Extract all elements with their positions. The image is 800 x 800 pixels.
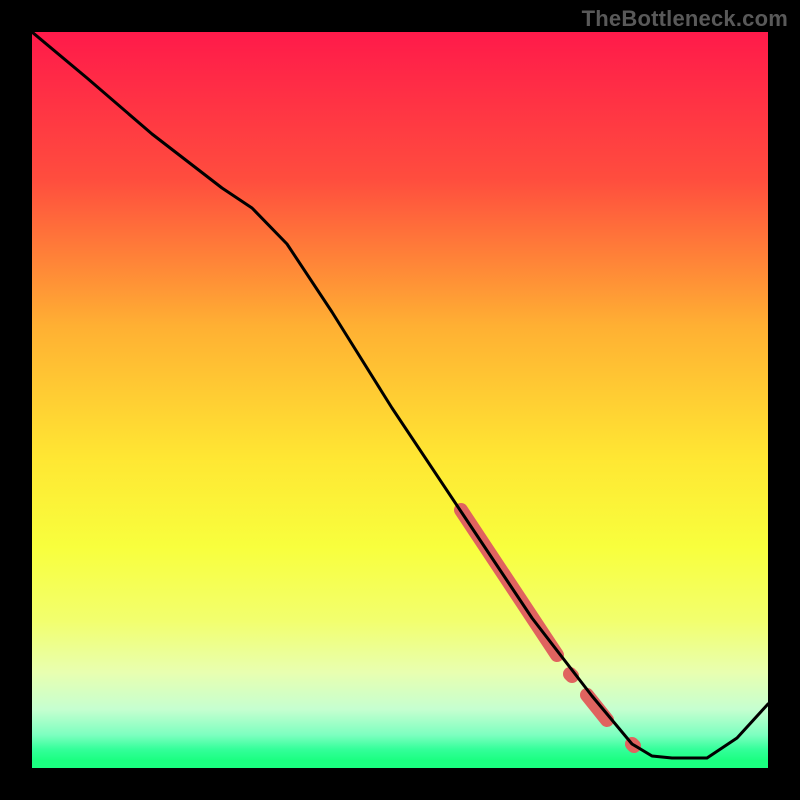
plot-area: [32, 32, 768, 768]
watermark-text: TheBottleneck.com: [582, 6, 788, 32]
gradient-background: [32, 32, 768, 768]
salmon-dot-upper: [570, 674, 572, 676]
chart-frame: TheBottleneck.com: [0, 0, 800, 800]
chart-svg: [32, 32, 768, 768]
